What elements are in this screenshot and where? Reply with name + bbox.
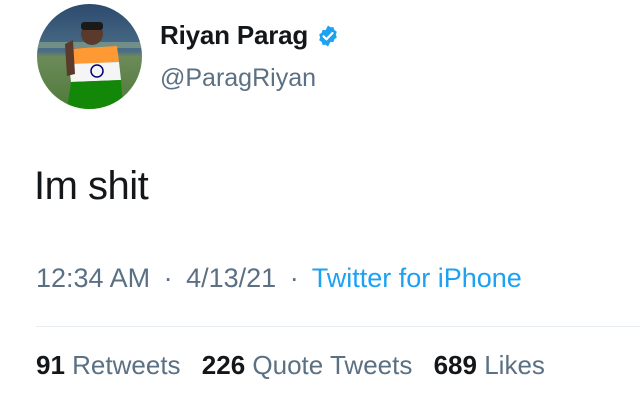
likes-stat[interactable]: 689 Likes	[434, 350, 545, 380]
likes-count: 689	[433, 350, 477, 380]
quote-tweets-count: 226	[201, 350, 246, 380]
display-name[interactable]: Riyan Parag	[160, 20, 308, 51]
retweets-count: 91	[36, 350, 65, 380]
meta-separator: ·	[163, 263, 173, 293]
verified-badge-icon	[316, 24, 340, 48]
display-name-row[interactable]: Riyan Parag	[160, 20, 340, 51]
tweet-card: Riyan Parag @ParagRiyan Im shit 12:34 AM…	[0, 0, 640, 400]
likes-label: Likes	[484, 350, 545, 380]
retweets-label: Retweets	[72, 350, 181, 380]
user-handle[interactable]: @ParagRiyan	[160, 64, 316, 93]
profile-photo-icon	[37, 4, 142, 109]
divider	[36, 326, 640, 327]
avatar[interactable]	[37, 4, 142, 109]
tweet-time[interactable]: 12:34 AM	[36, 263, 150, 293]
quote-tweets-stat[interactable]: 226 Quote Tweets	[202, 350, 420, 380]
quote-tweets-label: Quote Tweets	[252, 350, 413, 380]
tweet-source-link[interactable]: Twitter for iPhone	[312, 263, 522, 293]
tweet-meta: 12:34 AM · 4/13/21 · Twitter for iPhone	[36, 263, 522, 294]
meta-separator: ·	[289, 263, 299, 293]
engagement-stats: 91 Retweets 226 Quote Tweets 689 Likes	[36, 350, 545, 381]
tweet-date[interactable]: 4/13/21	[186, 263, 276, 293]
tweet-text: Im shit	[34, 164, 149, 208]
retweets-stat[interactable]: 91 Retweets	[36, 350, 188, 380]
